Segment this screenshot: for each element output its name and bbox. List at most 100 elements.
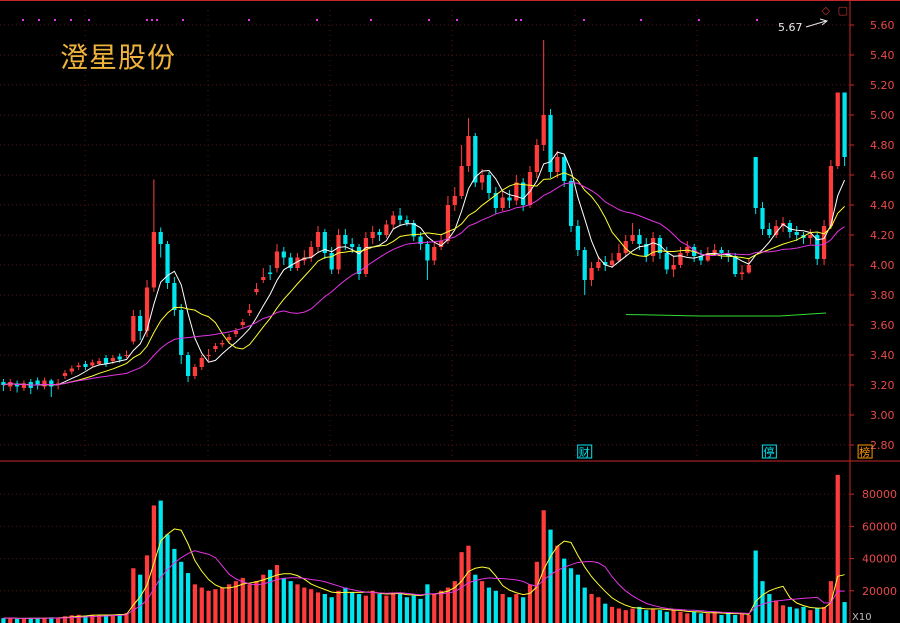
volume-bar [787,606,792,623]
volume-bar [582,587,587,623]
candle-body [562,157,567,181]
candle-body [42,380,47,387]
volume-tick-label: 80000 [862,488,897,501]
volume-bar [213,589,218,623]
volume-bar [432,594,437,623]
volume-bar [21,618,27,623]
candle-body [842,92,847,157]
long-ma-line [625,312,827,317]
volume-bar [794,608,799,623]
volume-bar [199,587,204,623]
volume-bar [233,581,239,623]
price-tick-label: 4.80 [870,139,895,152]
candle-body [192,367,198,376]
volume-bar [678,611,683,623]
volume-bar [739,613,745,623]
candle-body [664,253,669,270]
window-icon[interactable]: ▢ [838,4,848,17]
volume-bar [644,610,649,623]
event-dot [428,19,430,21]
price-tick-label: 4.00 [870,259,895,272]
candle-body [158,232,163,244]
volume-bar [514,594,519,623]
candle-body [220,343,225,345]
volume-bar [568,568,574,623]
candle-body [568,181,574,226]
candle-body [425,244,430,261]
candle-body [555,157,560,172]
candle-body [138,316,143,331]
volume-tick-label: 60000 [862,520,897,533]
event-marker-label: 财 [579,445,590,459]
volume-bar [220,587,225,623]
volume-scale-label: X10 [852,612,872,623]
candle-body [534,145,539,172]
volume-bar [685,613,690,623]
volume-bar [226,584,232,623]
volume-bar [185,573,191,623]
volume-bar [274,565,280,623]
candle-body [466,136,471,166]
candle-body [233,331,239,334]
price-tick-label: 2.80 [870,439,895,452]
volume-bar [425,584,430,623]
candle-body [432,247,437,261]
event-dot [54,19,56,21]
volume-bar [808,610,813,623]
event-dot [248,19,250,21]
candle-body [240,322,245,325]
candle-body [733,256,738,274]
candle-body [213,346,218,349]
price-tick-label: 3.00 [870,409,895,422]
volume-bar [767,594,772,623]
candle-body [268,272,273,274]
volume-bar [281,577,286,623]
candle-body [521,182,526,205]
volume-bar [596,597,601,623]
price-tick-label: 4.60 [870,169,895,182]
candle-body [69,368,74,372]
volume-bar [507,597,512,623]
candle-body [739,272,745,274]
volume-bar [438,590,444,623]
price-tick-label: 5.00 [870,109,895,122]
volume-bar [315,592,321,623]
event-dot [182,19,184,21]
price-tick-label: 3.60 [870,319,895,332]
volume-ma5-line [3,528,845,619]
volume-bar [575,574,580,623]
candle-body [609,260,615,265]
volume-bar [254,581,259,623]
volume-bar [753,550,758,623]
event-dot [515,19,517,21]
candle-body [97,361,102,364]
candle-body [821,226,827,259]
candle-body [370,232,375,238]
volume-bar [774,600,779,623]
candle-body [507,197,512,201]
candle-body [206,355,211,356]
chart-stage: 2.80 3.00 3.20 3.40 3.60 3.80 4.00 4.20 4.40 4.60… [0,0,900,623]
volume-bar [404,597,410,623]
event-dot [151,19,153,21]
volume-bar [486,587,492,623]
volume-bar [247,584,252,623]
candle-body [117,356,122,360]
event-dot [370,19,372,21]
volume-bar [616,608,622,623]
volume-bar [780,605,786,623]
candle-body [719,250,724,253]
volume-bar [623,610,628,623]
volume-tick-label: 40000 [862,553,897,566]
volume-bar [131,568,136,623]
candle-body [76,365,81,367]
volume-bar [801,606,806,623]
diamond-icon[interactable]: ◇ [822,4,830,17]
candle-body [637,235,642,244]
kline-chart: 2.80 3.00 3.20 3.40 3.60 3.80 4.00 4.20 4.40 4.60… [0,0,900,623]
volume-bar [418,598,423,623]
candle-body [131,316,136,342]
candle-body [548,115,553,172]
volume-bar [411,595,416,623]
event-dot [520,19,522,21]
